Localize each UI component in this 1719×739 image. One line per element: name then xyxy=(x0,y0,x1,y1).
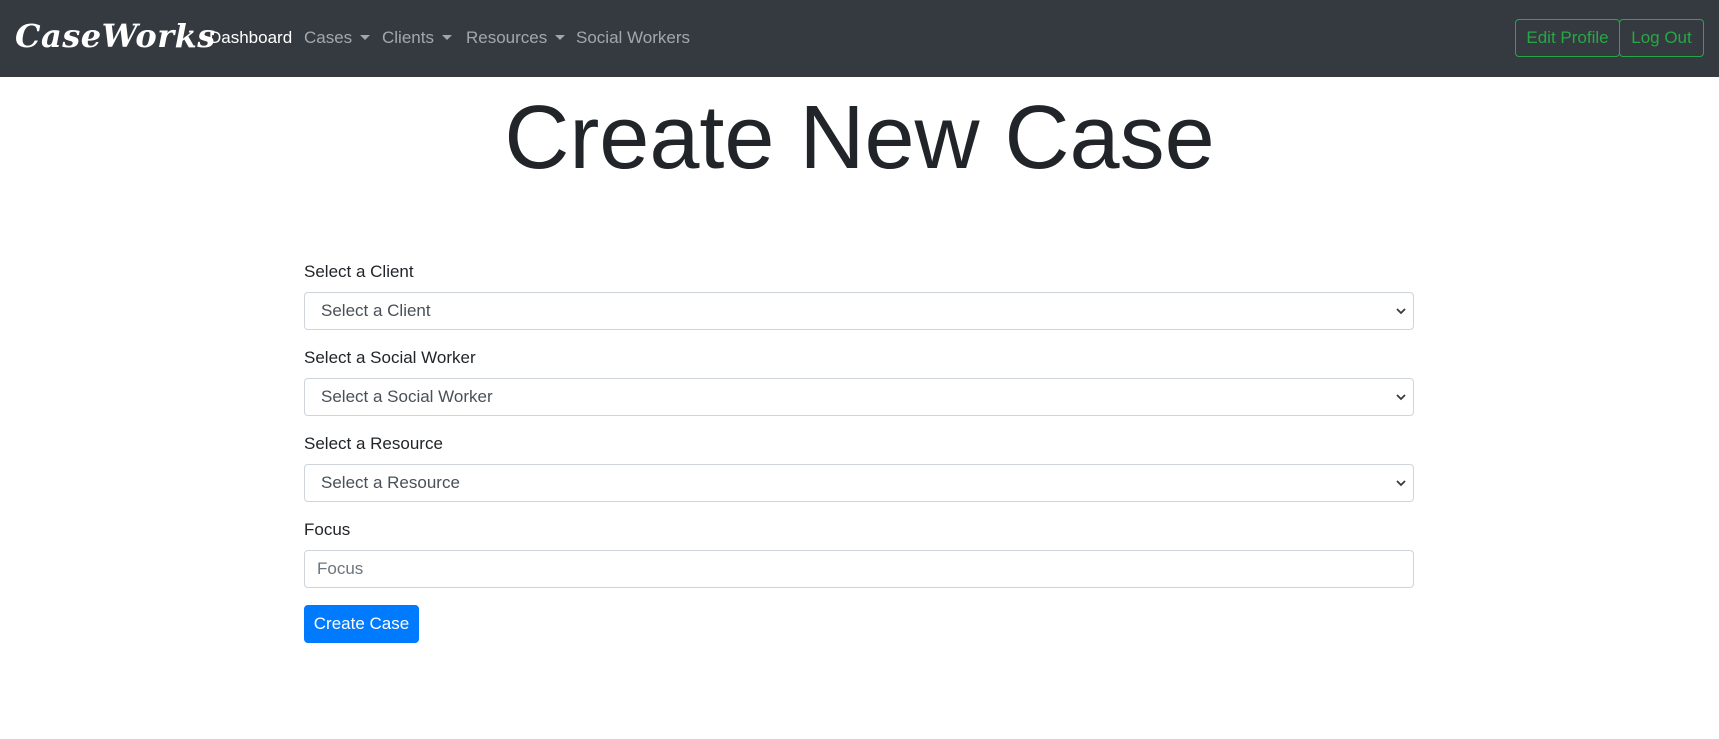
nav-resources-label: Resources xyxy=(466,28,548,47)
social-worker-label: Select a Social Worker xyxy=(304,348,476,367)
nav-dashboard[interactable]: Dashboard xyxy=(209,26,292,50)
nav-resources-dropdown[interactable]: Resources xyxy=(466,26,566,50)
top-navbar: CaseWorks Dashboard Cases Clients Resour… xyxy=(0,0,1719,77)
nav-dashboard-label: Dashboard xyxy=(209,28,293,47)
brand-logo[interactable]: CaseWorks xyxy=(15,14,216,58)
social-worker-select-value: Select a Social Worker xyxy=(321,387,493,406)
logout-button[interactable]: Log Out xyxy=(1619,19,1704,57)
caret-down-icon xyxy=(360,34,371,40)
chevron-down-icon xyxy=(1396,480,1406,487)
focus-label: Focus xyxy=(304,520,351,539)
nav-cases-label: Cases xyxy=(304,28,353,47)
client-select-value: Select a Client xyxy=(321,301,431,320)
chevron-down-icon xyxy=(1396,394,1406,401)
resource-label: Select a Resource xyxy=(304,434,443,453)
focus-input[interactable] xyxy=(304,550,1414,588)
chevron-down-icon xyxy=(1396,308,1406,315)
caret-down-icon xyxy=(555,34,566,40)
caret-down-icon xyxy=(441,34,452,40)
social-worker-select[interactable]: Select a Social Worker xyxy=(304,378,1414,416)
resource-select-value: Select a Resource xyxy=(321,473,460,492)
client-select[interactable]: Select a Client xyxy=(304,292,1414,330)
resource-select[interactable]: Select a Resource xyxy=(304,464,1414,502)
edit-profile-button[interactable]: Edit Profile xyxy=(1515,19,1620,57)
nav-clients-dropdown[interactable]: Clients xyxy=(382,26,452,50)
client-label: Select a Client xyxy=(304,262,414,281)
page-title: Create New Case xyxy=(504,88,1215,188)
nav-social-workers[interactable]: Social Workers xyxy=(576,26,690,50)
nav-cases-dropdown[interactable]: Cases xyxy=(304,26,371,50)
nav-clients-label: Clients xyxy=(382,28,434,47)
nav-social-workers-label: Social Workers xyxy=(576,28,690,47)
create-case-button[interactable]: Create Case xyxy=(304,605,419,643)
